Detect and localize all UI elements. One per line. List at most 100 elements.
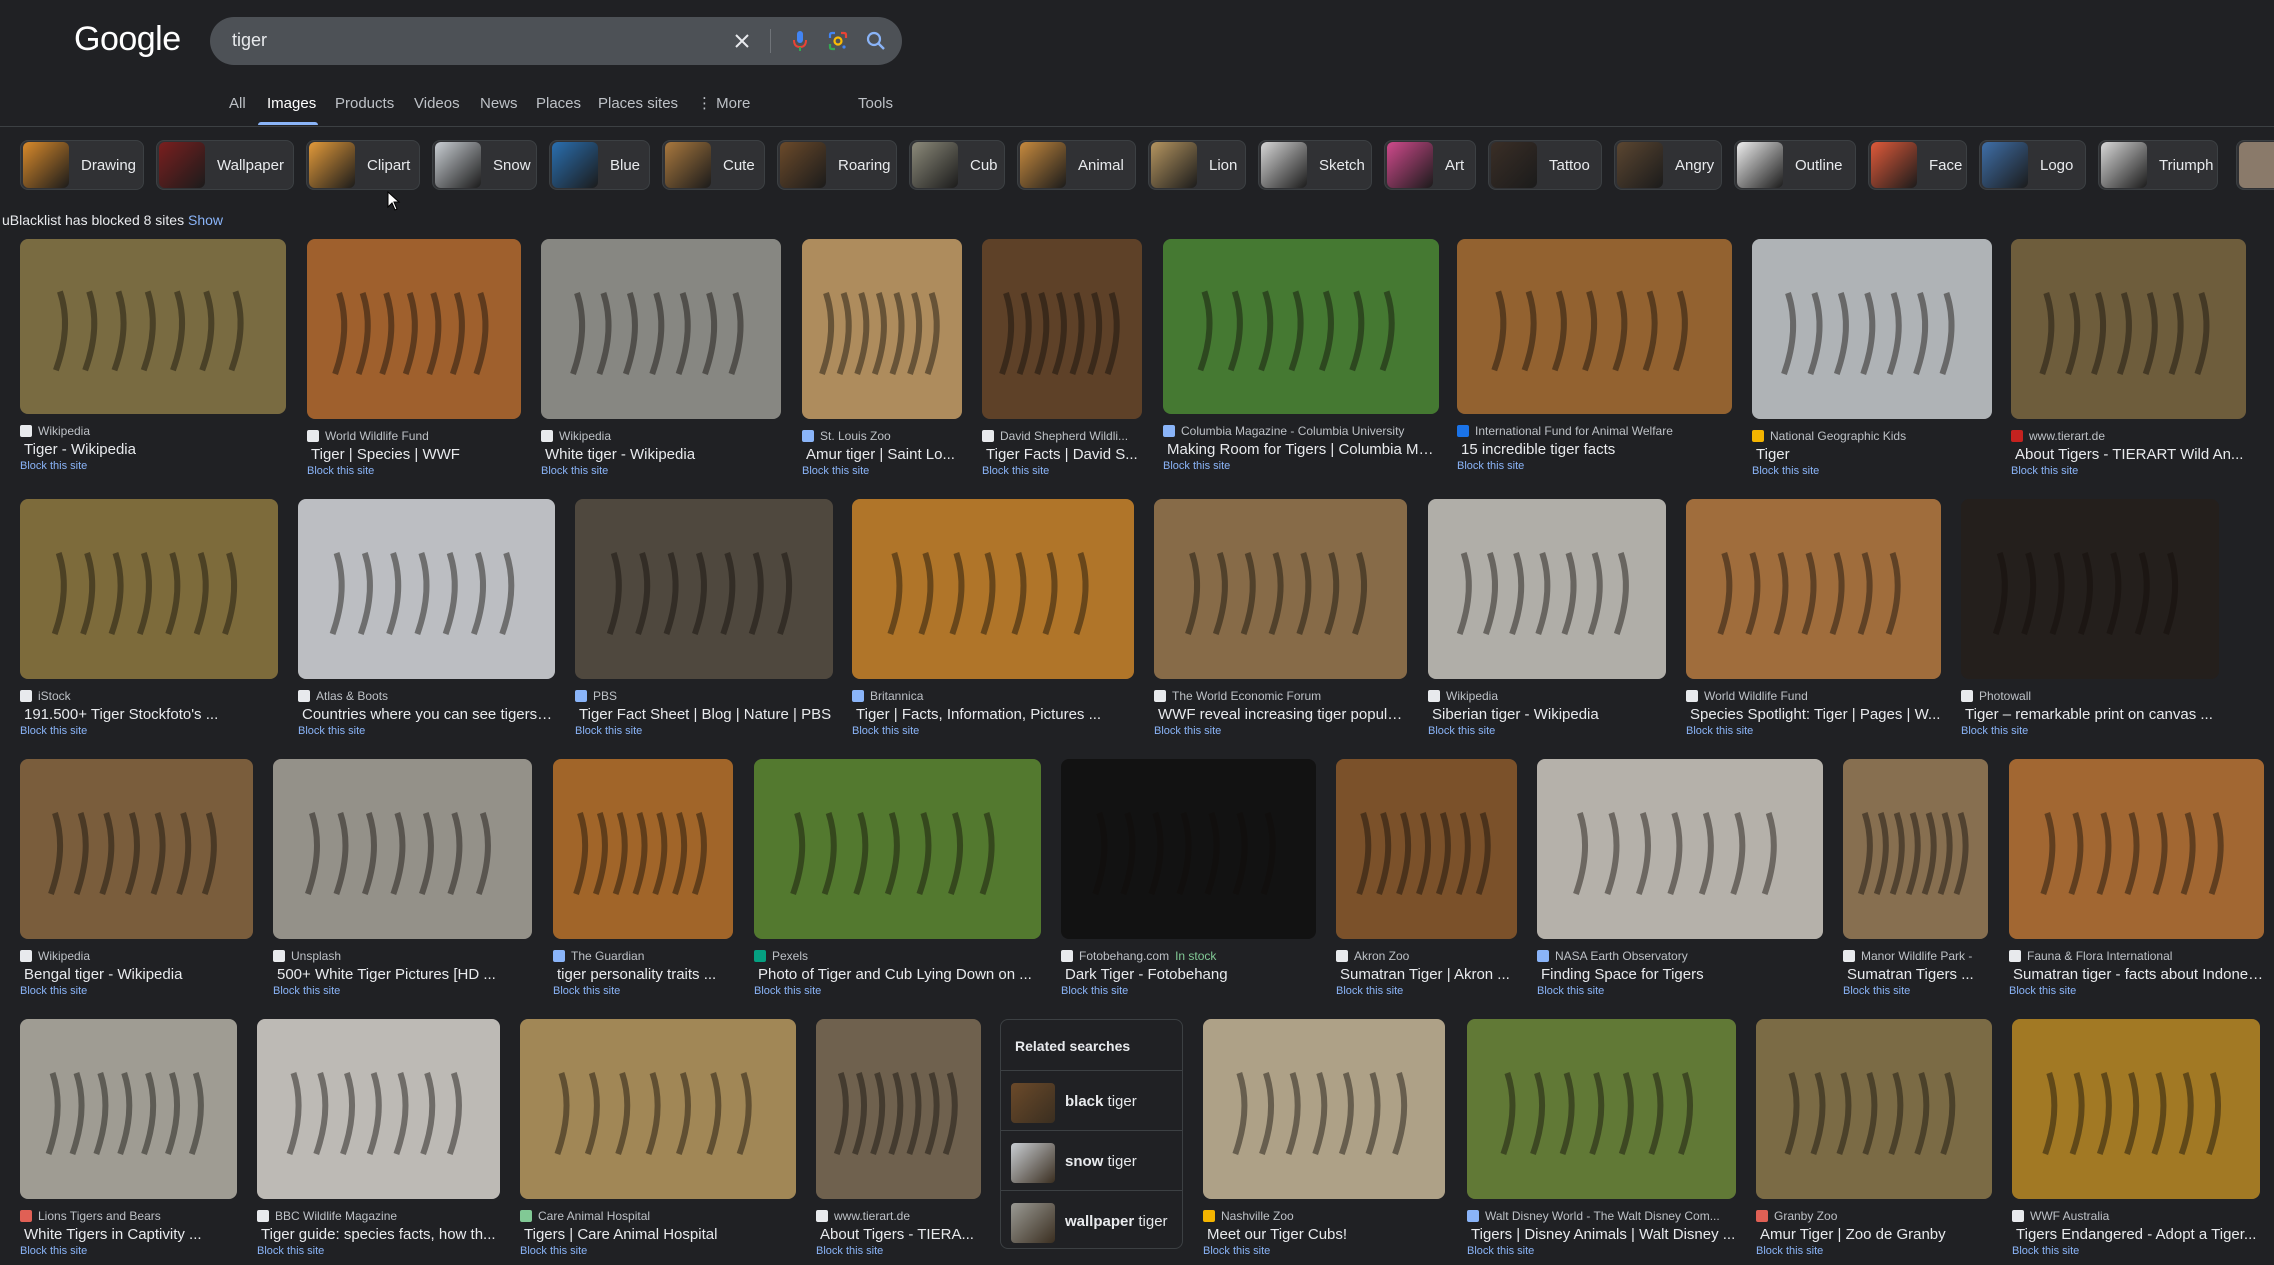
chip-angry[interactable]: Angry <box>1614 140 1722 190</box>
block-site-link[interactable]: Block this site <box>2012 1245 2079 1257</box>
result-title[interactable]: Finding Space for Tigers <box>1541 966 1823 983</box>
result-thumbnail[interactable] <box>802 239 962 419</box>
result-thumbnail[interactable] <box>816 1019 981 1199</box>
block-site-link[interactable]: Block this site <box>20 460 87 472</box>
result-title[interactable]: Tiger | Species | WWF <box>311 446 521 463</box>
image-result[interactable]: Manor Wildlife Park - Sumatran Tigers ...… <box>1843 759 1988 999</box>
image-result[interactable]: Care Animal Hospital Tigers | Care Animal… <box>520 1019 796 1259</box>
image-result[interactable]: iStock 191.500+ Tiger Stockfoto's ... Bloc… <box>20 499 278 739</box>
tab-all[interactable]: All <box>229 92 246 126</box>
block-site-link[interactable]: Block this site <box>575 725 642 737</box>
block-site-link[interactable]: Block this site <box>1163 460 1230 472</box>
result-thumbnail[interactable] <box>1163 239 1439 414</box>
block-site-link[interactable]: Block this site <box>2009 985 2076 997</box>
block-site-link[interactable]: Block this site <box>273 985 340 997</box>
block-site-link[interactable]: Block this site <box>802 465 869 477</box>
result-title[interactable]: Tiger Facts | David S... <box>986 446 1142 463</box>
image-result[interactable]: St. Louis Zoo Amur tiger | Saint Lo... Blo… <box>802 239 962 479</box>
image-result[interactable]: Atlas & Boots Countries where you can see… <box>298 499 555 739</box>
result-thumbnail[interactable] <box>1061 759 1316 939</box>
image-result[interactable]: Wikipedia White tiger - Wikipedia Block th… <box>541 239 781 479</box>
image-result[interactable]: The World Economic Forum WWF reveal incre… <box>1154 499 1407 739</box>
image-result[interactable]: Wikipedia Bengal tiger - Wikipedia Block t… <box>20 759 253 999</box>
image-result[interactable]: International Fund for Animal Welfare 15 … <box>1457 239 1732 474</box>
chip-wallpaper[interactable]: Wallpaper <box>156 140 294 190</box>
show-blocked-link[interactable]: Show <box>188 212 223 228</box>
block-site-link[interactable]: Block this site <box>1428 725 1495 737</box>
search-box[interactable]: tiger <box>210 17 902 65</box>
related-search-wallpaper[interactable]: wallpaper tiger <box>1001 1190 1182 1248</box>
chip-drawing[interactable]: Drawing <box>20 140 144 190</box>
result-title[interactable]: 500+ White Tiger Pictures [HD ... <box>277 966 532 983</box>
image-result[interactable]: David Shepherd Wildli... Tiger Facts | Da… <box>982 239 1142 479</box>
result-title[interactable]: About Tigers - TIERA... <box>820 1226 981 1243</box>
block-site-link[interactable]: Block this site <box>852 725 919 737</box>
image-result[interactable]: Pexels Photo of Tiger and Cub Lying Down … <box>754 759 1041 999</box>
result-thumbnail[interactable] <box>1537 759 1823 939</box>
block-site-link[interactable]: Block this site <box>298 725 365 737</box>
tab-products[interactable]: Products <box>335 92 394 126</box>
result-thumbnail[interactable] <box>541 239 781 419</box>
image-result[interactable]: Photowall Tiger – remarkable print on can… <box>1961 499 2219 739</box>
image-result[interactable]: National Geographic Kids Tiger Block this … <box>1752 239 1992 479</box>
image-result[interactable]: www.tierart.de About Tigers - TIERA... Blo… <box>816 1019 981 1259</box>
image-result[interactable]: World Wildlife Fund Species Spotlight: Ti… <box>1686 499 1941 739</box>
image-result[interactable]: Nashville Zoo Meet our Tiger Cubs! Block t… <box>1203 1019 1445 1259</box>
result-thumbnail[interactable] <box>1686 499 1941 679</box>
result-thumbnail[interactable] <box>1961 499 2219 679</box>
chip-clipart[interactable]: Clipart <box>306 140 420 190</box>
result-title[interactable]: Countries where you can see tigers i... <box>302 706 555 723</box>
block-site-link[interactable]: Block this site <box>20 725 87 737</box>
chip-snow[interactable]: Snow <box>432 140 537 190</box>
search-input[interactable]: tiger <box>232 30 267 51</box>
result-thumbnail[interactable] <box>852 499 1134 679</box>
chip-cub[interactable]: Cub <box>909 140 1005 190</box>
block-site-link[interactable]: Block this site <box>307 465 374 477</box>
block-site-link[interactable]: Block this site <box>1756 1245 1823 1257</box>
image-result[interactable]: Fauna & Flora International Sumatran tige… <box>2009 759 2264 999</box>
result-thumbnail[interactable] <box>1154 499 1407 679</box>
result-thumbnail[interactable] <box>1756 1019 1992 1199</box>
image-result[interactable]: Wikipedia Tiger - Wikipedia Block this sit… <box>20 239 286 474</box>
result-thumbnail[interactable] <box>20 1019 237 1199</box>
image-result[interactable]: BBC Wildlife Magazine Tiger guide: specie… <box>257 1019 500 1259</box>
result-title[interactable]: Making Room for Tigers | Columbia Ma... <box>1167 441 1439 458</box>
image-result[interactable]: The Guardian tiger personality traits ...… <box>553 759 733 999</box>
result-thumbnail[interactable] <box>20 499 278 679</box>
tab-images[interactable]: Images <box>267 92 316 126</box>
result-thumbnail[interactable] <box>20 759 253 939</box>
related-search-black[interactable]: black tiger <box>1001 1070 1182 1130</box>
result-thumbnail[interactable] <box>1428 499 1666 679</box>
image-result[interactable]: Granby Zoo Amur Tiger | Zoo de Granby Bloc… <box>1756 1019 1992 1259</box>
result-title[interactable]: Tiger – remarkable print on canvas ... <box>1965 706 2219 723</box>
result-thumbnail[interactable] <box>1203 1019 1445 1199</box>
result-thumbnail[interactable] <box>257 1019 500 1199</box>
image-result[interactable]: Britannica Tiger | Facts, Information, Pi… <box>852 499 1134 739</box>
chip-blue[interactable]: Blue <box>549 140 650 190</box>
block-site-link[interactable]: Block this site <box>1961 725 2028 737</box>
block-site-link[interactable]: Block this site <box>553 985 620 997</box>
tab-news[interactable]: News <box>480 92 518 126</box>
chip-overflow[interactable] <box>2236 140 2274 190</box>
result-title[interactable]: About Tigers - TIERART Wild An... <box>2015 446 2246 463</box>
result-thumbnail[interactable] <box>575 499 833 679</box>
result-title[interactable]: Tiger <box>1756 446 1992 463</box>
result-thumbnail[interactable] <box>2009 759 2264 939</box>
image-result[interactable]: Akron Zoo Sumatran Tiger | Akron ... Block… <box>1336 759 1517 999</box>
microphone-icon[interactable] <box>788 29 812 53</box>
result-title[interactable]: White Tigers in Captivity ... <box>24 1226 237 1243</box>
block-site-link[interactable]: Block this site <box>982 465 1049 477</box>
block-site-link[interactable]: Block this site <box>257 1245 324 1257</box>
image-result[interactable]: Unsplash 500+ White Tiger Pictures [HD ..… <box>273 759 532 999</box>
image-result[interactable]: WWF Australia Tigers Endangered - Adopt a… <box>2012 1019 2260 1259</box>
result-thumbnail[interactable] <box>307 239 521 419</box>
image-result[interactable]: Lions Tigers and Bears White Tigers in Ca… <box>20 1019 237 1259</box>
block-site-link[interactable]: Block this site <box>1467 1245 1534 1257</box>
result-title[interactable]: Tiger Fact Sheet | Blog | Nature | PBS <box>579 706 833 723</box>
chip-art[interactable]: Art <box>1384 140 1476 190</box>
result-thumbnail[interactable] <box>298 499 555 679</box>
result-title[interactable]: tiger personality traits ... <box>557 966 733 983</box>
close-icon[interactable] <box>730 29 754 53</box>
chip-cute[interactable]: Cute <box>662 140 765 190</box>
result-title[interactable]: Sumatran tiger - facts about Indonesi... <box>2013 966 2264 983</box>
